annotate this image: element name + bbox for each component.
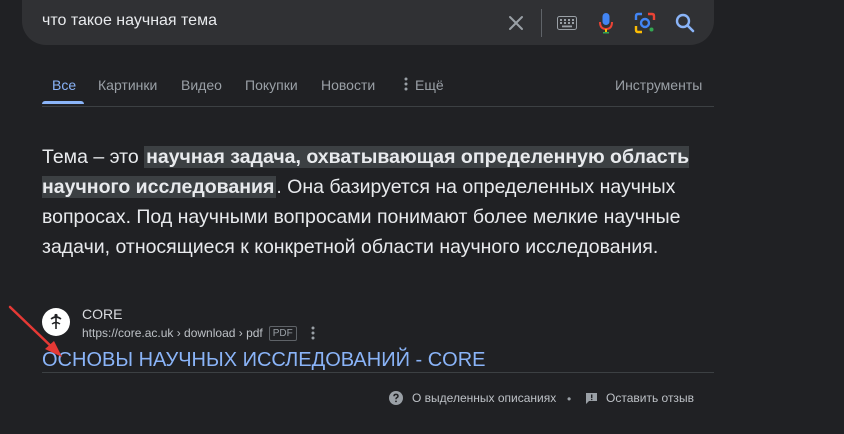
tab-all[interactable]: Все [52, 77, 76, 93]
result-source: CORE https://core.ac.uk › download › pdf… [42, 306, 642, 346]
mic-icon[interactable] [594, 10, 618, 36]
featured-snippet-text: Тема – это научная задача, охватывающая … [42, 142, 702, 262]
snippet-text-before: Тема – это [42, 146, 145, 168]
tabs-divider [42, 106, 714, 107]
tools-button[interactable]: Инструменты [615, 77, 702, 93]
tab-shopping[interactable]: Покупки [245, 77, 298, 93]
active-tab-indicator [42, 101, 84, 104]
snippet-divider [42, 372, 714, 373]
tab-more[interactable]: Ещё [404, 77, 444, 93]
site-favicon-icon[interactable] [42, 308, 70, 336]
result-title-link[interactable]: ОСНОВЫ НАУЧНЫХ ИССЛЕДОВАНИЙ - CORE [42, 349, 486, 372]
close-icon[interactable] [504, 11, 528, 35]
more-vert-icon [404, 77, 408, 91]
tab-images[interactable]: Картинки [98, 77, 157, 93]
tab-more-label: Ещё [415, 77, 444, 93]
search-tabs: Все Картинки Видео Покупки Новости Ещё И… [0, 62, 844, 106]
search-input[interactable]: что такое научная тема [42, 12, 217, 30]
site-url-text: https://core.ac.uk › download › pdf [82, 326, 263, 340]
site-name[interactable]: CORE [82, 306, 122, 322]
tab-news[interactable]: Новости [321, 77, 375, 93]
result-more-icon[interactable] [308, 325, 318, 341]
pdf-badge: PDF [268, 326, 297, 341]
about-snippets-link[interactable]: О выделенных описаниях [389, 391, 556, 405]
feedback-icon [586, 392, 597, 404]
keyboard-icon[interactable] [555, 11, 579, 35]
search-divider [541, 9, 542, 37]
footer-separator: • [567, 392, 572, 406]
help-icon [389, 391, 403, 405]
lens-icon[interactable] [632, 10, 658, 36]
about-snippets-label: О выделенных описаниях [412, 391, 557, 405]
search-icon[interactable] [672, 10, 698, 36]
search-bar[interactable]: что такое научная тема [22, 0, 714, 45]
feedback-link[interactable]: Оставить отзыв [585, 391, 694, 405]
tab-videos[interactable]: Видео [181, 77, 222, 93]
feedback-label: Оставить отзыв [606, 391, 694, 405]
site-url[interactable]: https://core.ac.uk › download › pdf PDF [82, 326, 297, 341]
